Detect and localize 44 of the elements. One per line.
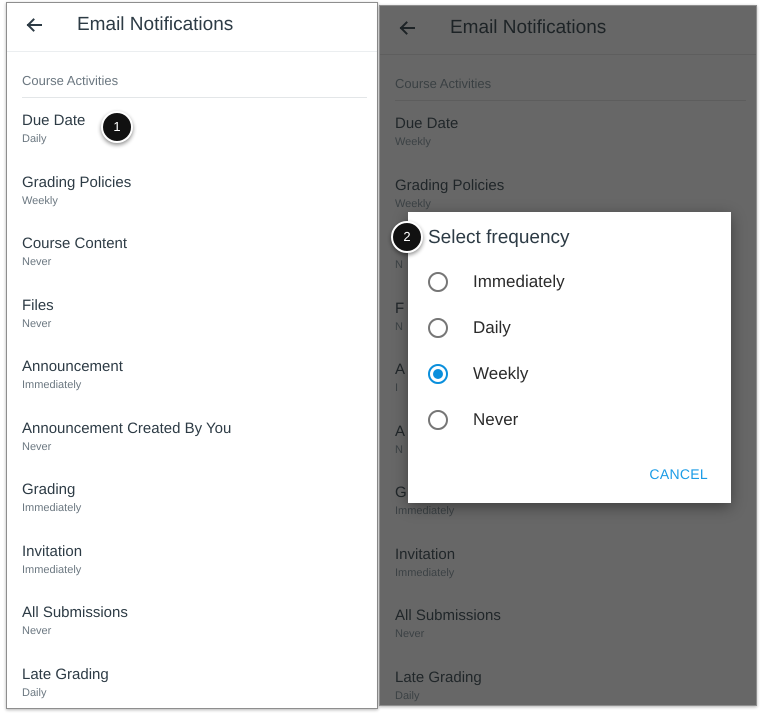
frequency-value: Never	[22, 440, 52, 454]
frequency-value: Weekly	[22, 194, 58, 208]
frequency-option[interactable]: Immediately	[408, 259, 565, 305]
notification-title: A	[395, 361, 406, 379]
frequency-value: Daily	[22, 686, 46, 700]
notification-title: G	[395, 484, 407, 502]
notification-title[interactable]: Due Date	[22, 112, 86, 130]
notification-title[interactable]: All Submissions	[22, 604, 128, 622]
radio-empty-icon[interactable]	[428, 410, 448, 430]
notification-title[interactable]: Announcement	[22, 358, 123, 376]
notification-title[interactable]: Announcement Created By You	[22, 420, 232, 438]
frequency-option[interactable]: Weekly	[408, 351, 528, 397]
radio-selected-icon[interactable]	[428, 364, 448, 384]
notification-title[interactable]: Course Content	[22, 235, 128, 253]
notification-title: All Submissions	[395, 607, 501, 625]
notification-title: F	[395, 300, 404, 318]
section-header: Course Activities	[22, 73, 118, 89]
notification-title[interactable]: Grading Policies	[22, 174, 132, 192]
frequency-option[interactable]: Never	[408, 397, 518, 443]
notification-title[interactable]: Invitation	[22, 542, 82, 560]
notification-title: Grading Policies	[395, 176, 504, 194]
frequency-value: Immediately	[22, 562, 82, 576]
notification-title: A	[395, 422, 406, 440]
notification-title[interactable]: Grading	[22, 481, 76, 499]
frequency-value: Daily	[22, 132, 46, 146]
notification-title[interactable]: Late Grading	[22, 666, 109, 684]
frequency-value: Immediately	[22, 378, 82, 392]
screen-title: Email Notifications	[77, 14, 234, 36]
radio-empty-icon[interactable]	[428, 318, 448, 338]
notification-title: Due Date	[395, 115, 458, 133]
frequency-value: Immediately	[22, 501, 82, 515]
notification-title[interactable]: Files	[22, 296, 54, 314]
frequency-value: Never	[22, 316, 52, 330]
back-arrow-icon[interactable]	[26, 18, 42, 32]
frequency-value: Never	[22, 255, 52, 269]
frequency-option[interactable]: Daily	[408, 305, 511, 351]
notification-title: Invitation	[395, 546, 456, 564]
dialog-title: Select frequency	[428, 227, 570, 249]
radio-empty-icon[interactable]	[428, 272, 448, 292]
notification-title: Late Grading	[395, 668, 482, 686]
step-callout: 2	[391, 221, 423, 253]
screen-title: Email Notifications	[450, 17, 606, 39]
step-callout: 1	[101, 111, 133, 143]
frequency-value: Never	[22, 624, 52, 638]
